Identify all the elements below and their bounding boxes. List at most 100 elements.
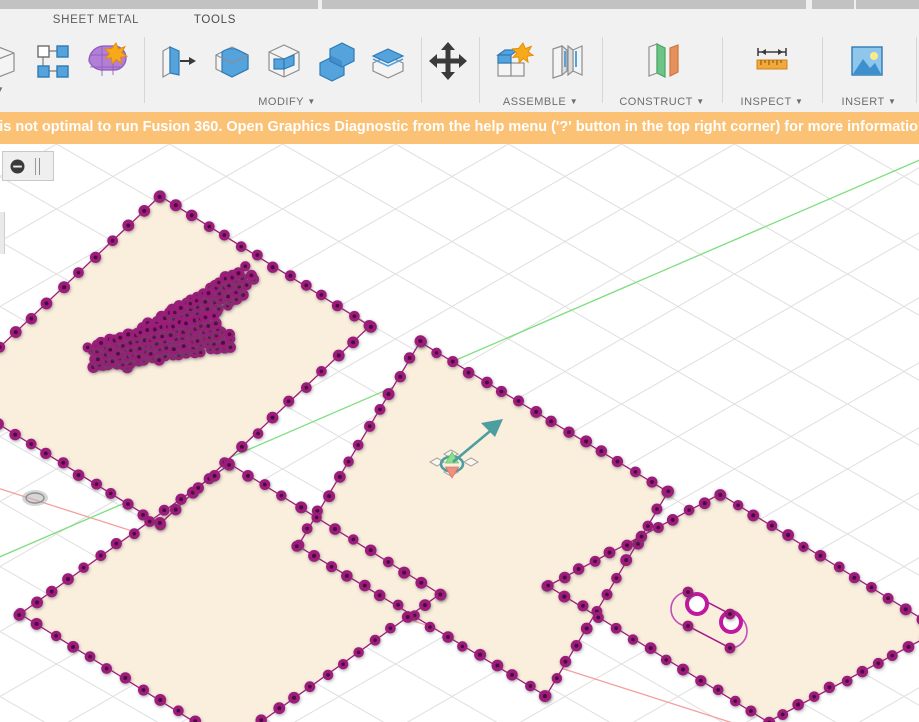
- sketch-point[interactable]: [542, 580, 554, 591]
- sketch-point[interactable]: [235, 241, 247, 252]
- panel-label-assemble[interactable]: ASSEMBLE ▼: [480, 96, 601, 108]
- sketch-point[interactable]: [119, 672, 132, 684]
- sketch-point[interactable]: [635, 530, 648, 543]
- ribbon-tab-sheet-metal[interactable]: SHEET METAL: [27, 9, 165, 31]
- sketch-point[interactable]: [122, 498, 134, 510]
- move-copy-button[interactable]: [424, 37, 472, 85]
- sketch-point[interactable]: [848, 572, 860, 584]
- sketch-point[interactable]: [84, 651, 96, 662]
- sketch-point[interactable]: [304, 681, 316, 693]
- sketch-point[interactable]: [223, 459, 235, 471]
- sketch-point[interactable]: [580, 435, 593, 448]
- sketch-point[interactable]: [353, 647, 364, 658]
- sketch-point[interactable]: [745, 705, 757, 717]
- sketch-point[interactable]: [732, 500, 744, 511]
- sketch-point[interactable]: [62, 573, 74, 585]
- sketch-point[interactable]: [882, 592, 894, 604]
- shell-button[interactable]: [260, 37, 308, 85]
- sketch-point[interactable]: [652, 521, 664, 533]
- sketch-point[interactable]: [589, 555, 601, 567]
- sketch-point[interactable]: [538, 690, 551, 703]
- sketch-point[interactable]: [128, 528, 140, 540]
- sketch-point[interactable]: [682, 620, 694, 632]
- sketch-point[interactable]: [677, 663, 689, 676]
- sketch-point[interactable]: [714, 489, 727, 501]
- sketch-point[interactable]: [110, 538, 122, 550]
- chevron-down-icon[interactable]: ▼: [795, 97, 803, 106]
- sketch-point[interactable]: [841, 675, 853, 687]
- sketch-point[interactable]: [358, 579, 371, 592]
- sketch-point[interactable]: [185, 209, 198, 222]
- sketch-point[interactable]: [91, 478, 103, 490]
- sketch-point[interactable]: [621, 539, 633, 551]
- sketch-point[interactable]: [276, 490, 287, 501]
- sketch-point[interactable]: [902, 640, 915, 653]
- sketch-point[interactable]: [394, 371, 406, 383]
- fillet-button[interactable]: [208, 37, 256, 85]
- sketch-point[interactable]: [40, 297, 53, 310]
- create-form-button[interactable]: [80, 37, 128, 85]
- sketch-point[interactable]: [203, 221, 215, 233]
- sketch-point[interactable]: [208, 470, 221, 482]
- sketch-point[interactable]: [491, 659, 504, 672]
- sketch-point[interactable]: [245, 269, 258, 281]
- sketch-point[interactable]: [777, 709, 789, 720]
- tab-strip-segment[interactable]: [812, 0, 854, 9]
- sketch-point[interactable]: [525, 680, 536, 692]
- sketch-point[interactable]: [442, 631, 454, 643]
- sketch-point[interactable]: [137, 684, 150, 696]
- sketch-point[interactable]: [57, 457, 69, 469]
- sketch-point[interactable]: [322, 669, 334, 681]
- tab-strip-segment[interactable]: [856, 0, 919, 9]
- sketch-point[interactable]: [666, 514, 679, 526]
- sketch-point[interactable]: [563, 426, 575, 438]
- sketch-point[interactable]: [352, 439, 364, 451]
- viewport-edge-tab[interactable]: [0, 212, 5, 254]
- sketch-point[interactable]: [329, 523, 341, 535]
- sketch-point[interactable]: [570, 640, 583, 652]
- sketch-point[interactable]: [373, 589, 386, 602]
- pattern-button[interactable]: [28, 37, 76, 85]
- sketch-point[interactable]: [592, 611, 604, 624]
- sketch-point[interactable]: [899, 603, 912, 616]
- sketch-point[interactable]: [153, 516, 166, 529]
- panel-label-inspect[interactable]: INSPECT ▼: [723, 96, 821, 108]
- sketch-point[interactable]: [798, 541, 809, 553]
- sketch-point[interactable]: [580, 622, 593, 635]
- sketch-point[interactable]: [646, 476, 658, 488]
- sketch-point[interactable]: [398, 566, 411, 579]
- sketch-point[interactable]: [660, 654, 672, 666]
- sketch-point[interactable]: [343, 456, 354, 467]
- panel-label-modify[interactable]: MODIFY ▼: [152, 96, 422, 108]
- sketch-point[interactable]: [316, 366, 327, 377]
- sketch-point[interactable]: [273, 702, 286, 715]
- sketch-point[interactable]: [698, 497, 711, 510]
- sketch-point[interactable]: [364, 420, 376, 432]
- sketch-point[interactable]: [403, 352, 416, 364]
- sketch-point[interactable]: [291, 540, 303, 552]
- sketch-point[interactable]: [611, 455, 624, 468]
- sketch-point[interactable]: [856, 665, 869, 678]
- sketch-point[interactable]: [283, 395, 295, 407]
- sketch-point[interactable]: [251, 249, 263, 261]
- sketch-point[interactable]: [349, 310, 360, 322]
- sketch-point[interactable]: [434, 588, 447, 601]
- sketch-point[interactable]: [67, 640, 80, 653]
- sketch-point[interactable]: [374, 404, 386, 415]
- sketch-point[interactable]: [13, 609, 25, 621]
- chevron-down-icon[interactable]: ▼: [307, 97, 315, 106]
- sketch-point[interactable]: [301, 523, 313, 534]
- sketch-point[interactable]: [601, 589, 613, 601]
- sketch-point[interactable]: [72, 469, 85, 481]
- flange-button[interactable]: [0, 37, 22, 85]
- sketch-point[interactable]: [158, 504, 170, 516]
- sketch-point[interactable]: [73, 267, 84, 278]
- sketch-point[interactable]: [209, 310, 220, 321]
- sketch-point[interactable]: [419, 599, 431, 611]
- tab-strip-segment[interactable]: [322, 0, 806, 9]
- sketch-point[interactable]: [31, 596, 44, 609]
- ribbon-tab-tools[interactable]: TOOLS: [170, 9, 260, 31]
- sketch-point[interactable]: [50, 630, 62, 642]
- sketch-point[interactable]: [175, 302, 187, 314]
- sketch-point[interactable]: [341, 570, 353, 582]
